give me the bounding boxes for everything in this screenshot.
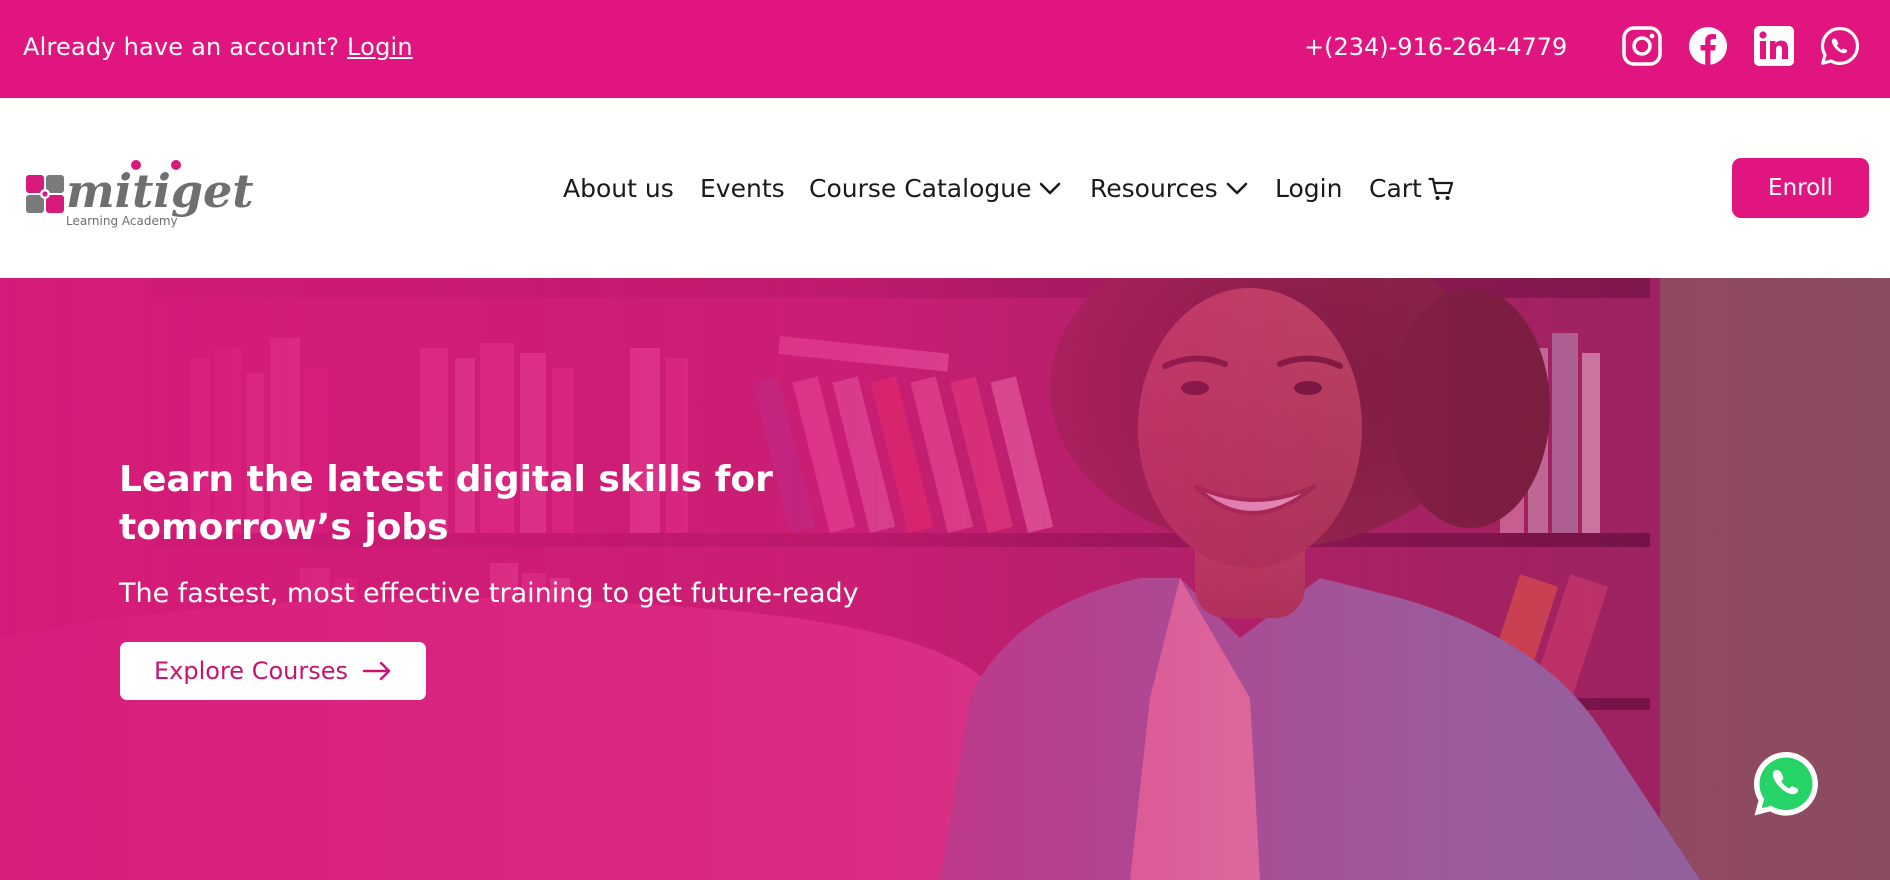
logo-tagline: Learning Academy <box>66 214 178 228</box>
phone-number: +(234)-916-264-4779 <box>1304 33 1568 61</box>
explore-courses-button[interactable]: Explore Courses <box>120 642 426 700</box>
nav-about-us-label: About us <box>563 174 674 203</box>
nav-login-label: Login <box>1275 174 1343 203</box>
nav-about-us[interactable]: About us <box>563 174 674 203</box>
enroll-button[interactable]: Enroll <box>1732 158 1869 218</box>
top-bar: Already have an account? Login +(234)-91… <box>0 0 1890 98</box>
nav-events[interactable]: Events <box>700 174 785 203</box>
nav-login[interactable]: Login <box>1275 174 1342 203</box>
account-prompt-text: Already have an account? <box>23 33 340 61</box>
hero-title-line-1: Learn the latest digital skills for <box>119 459 773 500</box>
account-prompt-area: Already have an account? Login <box>23 33 413 61</box>
chevron-down-icon <box>1040 182 1061 194</box>
nav-events-label: Events <box>700 174 785 203</box>
facebook-icon[interactable] <box>1687 25 1729 67</box>
arrow-right-icon <box>362 661 391 681</box>
nav-cart-label: Cart <box>1369 174 1422 203</box>
chevron-down-icon <box>1226 182 1247 194</box>
nav-resources[interactable]: Resources <box>1090 174 1248 203</box>
hero-title: Learn the latest digital skills for tomo… <box>119 456 819 552</box>
nav-cart[interactable]: Cart <box>1369 174 1454 203</box>
nav-resources-label: Resources <box>1090 174 1218 203</box>
top-login-link[interactable]: Login <box>347 33 413 61</box>
hero-section: Learn the latest digital skills for tomo… <box>0 278 1890 880</box>
instagram-icon[interactable] <box>1621 25 1663 67</box>
cart-icon <box>1428 177 1453 200</box>
hero-title-line-2: tomorrow’s jobs <box>119 507 449 548</box>
linkedin-icon[interactable] <box>1753 25 1795 67</box>
main-navigation: mitiget Learning Academy About us Events… <box>0 98 1890 278</box>
whatsapp-chat-icon[interactable] <box>1750 748 1822 820</box>
logo-wordmark: mitiget <box>66 164 254 218</box>
nav-course-catalogue[interactable]: Course Catalogue <box>809 174 1061 203</box>
explore-courses-label: Explore Courses <box>154 657 348 685</box>
whatsapp-icon[interactable] <box>1819 25 1861 67</box>
hero-subtitle: The fastest, most effective training to … <box>119 578 859 609</box>
nav-course-catalogue-label: Course Catalogue <box>809 174 1032 203</box>
mitiget-logo[interactable]: mitiget Learning Academy <box>24 155 269 230</box>
